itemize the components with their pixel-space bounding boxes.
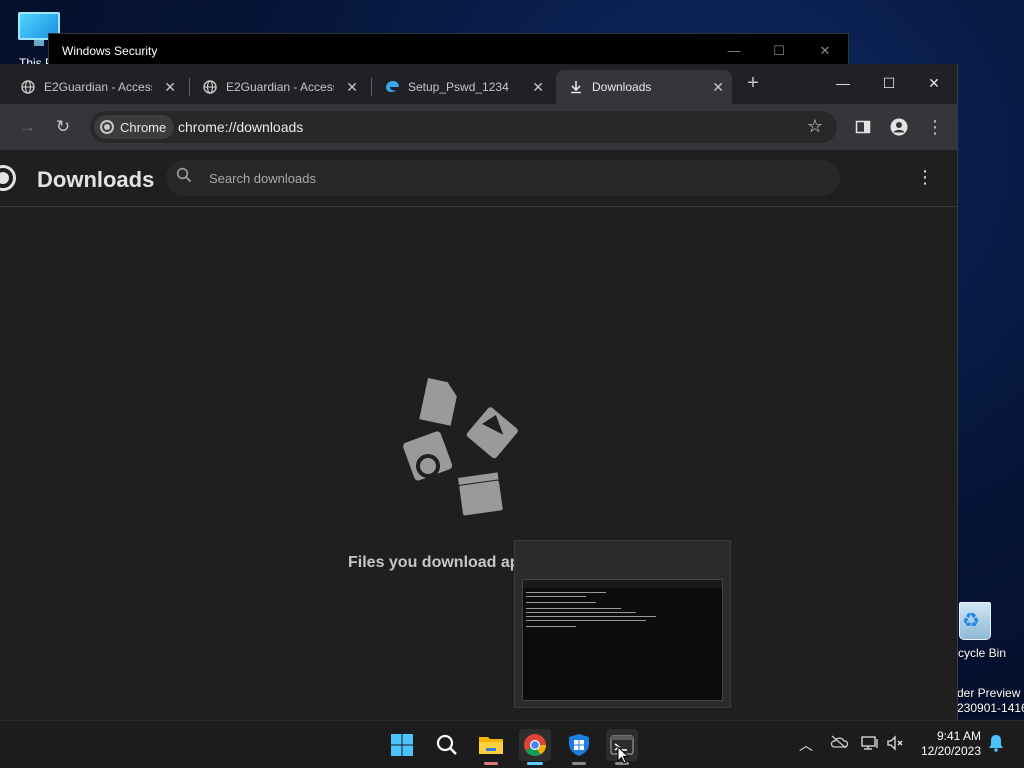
close-button[interactable]: ✕	[922, 72, 946, 94]
search-icon	[436, 734, 457, 755]
edge-icon	[384, 79, 400, 95]
terminal-preview-window	[522, 579, 723, 701]
start-icon	[391, 734, 413, 756]
download-icon	[568, 79, 584, 95]
page-title: Downloads	[37, 167, 155, 192]
tab-strip: E2Guardian - Access ✕ E2Guardian - Acces…	[0, 64, 957, 104]
bookmark-star-icon[interactable]: ☆	[807, 116, 823, 137]
window-title: Windows Security	[62, 44, 158, 58]
side-panel-icon[interactable]	[851, 115, 875, 139]
search-icon	[176, 167, 196, 187]
watermark-line-1: der Preview	[957, 686, 1021, 700]
minimize-button[interactable]: —	[724, 42, 744, 60]
tab-downloads[interactable]: Downloads ✕	[556, 70, 732, 104]
start-button[interactable]	[386, 729, 418, 761]
tab-setup-pswd[interactable]: Setup_Pswd_1234 ✕	[372, 70, 552, 104]
file-explorer-button[interactable]	[475, 729, 507, 765]
maximize-button[interactable]: ☐	[769, 42, 789, 60]
tab-e2guardian-2[interactable]: E2Guardian - Access ✕	[190, 70, 366, 104]
system-clock[interactable]: 9:41 AM 12/20/2023	[918, 729, 981, 759]
more-actions-icon[interactable]: ⋮	[916, 168, 934, 186]
search-placeholder: Search downloads	[209, 171, 316, 186]
terminal-preview-thumbnail[interactable]	[514, 540, 731, 708]
chrome-taskbar-button[interactable]	[519, 729, 551, 765]
clock-date: 12/20/2023	[920, 744, 981, 758]
insider-preview-watermark: der Preview 230901-1416	[957, 686, 1024, 716]
mouse-cursor-icon	[617, 745, 630, 764]
tab-close-icon[interactable]: ✕	[346, 79, 358, 96]
empty-state-message: Files you download app	[348, 554, 530, 571]
tab-label: E2Guardian - Access	[226, 80, 334, 94]
taskbar: ︿ 9:41 AM 12/20/2023	[0, 720, 1024, 768]
tab-label: Setup_Pswd_1234	[408, 80, 509, 94]
clock-time: 9:41 AM	[936, 729, 981, 743]
show-hidden-icons-chevron-icon[interactable]: ︿	[799, 735, 813, 755]
file-explorer-icon	[479, 737, 503, 754]
globe-icon	[202, 79, 218, 95]
maximize-button[interactable]: ☐	[877, 72, 901, 94]
tab-label: E2Guardian - Access	[44, 80, 152, 94]
chrome-logo-icon	[100, 120, 114, 134]
profile-icon[interactable]	[887, 115, 911, 139]
windows-security-icon	[569, 734, 589, 756]
browser-toolbar: → ↻ Chrome chrome://downloads ☆ ⋮	[0, 104, 957, 150]
new-tab-button[interactable]: +	[743, 73, 763, 93]
watermark-line-2: 230901-1416	[957, 701, 1024, 715]
chrome-window: E2Guardian - Access ✕ E2Guardian - Acces…	[0, 64, 958, 720]
forward-button[interactable]: →	[15, 115, 39, 139]
downloads-header: Downloads Search downloads ⋮	[0, 150, 957, 207]
onedrive-offline-icon[interactable]	[830, 735, 849, 752]
empty-downloads-illustration	[400, 370, 530, 530]
address-bar[interactable]: Chrome chrome://downloads ☆	[90, 111, 837, 143]
minimize-button[interactable]: —	[831, 72, 855, 94]
tab-close-icon[interactable]: ✕	[164, 79, 176, 96]
notification-bell-icon[interactable]	[988, 734, 1004, 755]
tab-close-icon[interactable]: ✕	[712, 79, 724, 96]
globe-icon	[20, 79, 36, 95]
volume-muted-icon[interactable]	[886, 735, 904, 754]
network-icon[interactable]	[861, 735, 879, 754]
url-text[interactable]: chrome://downloads	[178, 119, 303, 135]
taskbar-search-button[interactable]	[431, 729, 463, 761]
tab-close-icon[interactable]: ✕	[532, 79, 544, 96]
tab-e2guardian-1[interactable]: E2Guardian - Access ✕	[8, 70, 184, 104]
close-button[interactable]: ✕	[815, 42, 835, 60]
chrome-logo-icon	[0, 165, 16, 191]
recycle-bin-icon[interactable]: ♻	[956, 598, 994, 640]
chrome-icon	[524, 734, 546, 756]
reload-button[interactable]: ↻	[51, 115, 75, 139]
windows-security-taskbar-button[interactable]	[563, 729, 595, 765]
menu-kebab-icon[interactable]: ⋮	[923, 115, 947, 139]
tab-label: Downloads	[592, 80, 652, 94]
site-chip[interactable]: Chrome	[94, 115, 175, 139]
recycle-bin-label: cycle Bin	[958, 646, 1007, 660]
search-downloads-input[interactable]: Search downloads	[166, 160, 840, 196]
chip-label: Chrome	[120, 119, 167, 135]
